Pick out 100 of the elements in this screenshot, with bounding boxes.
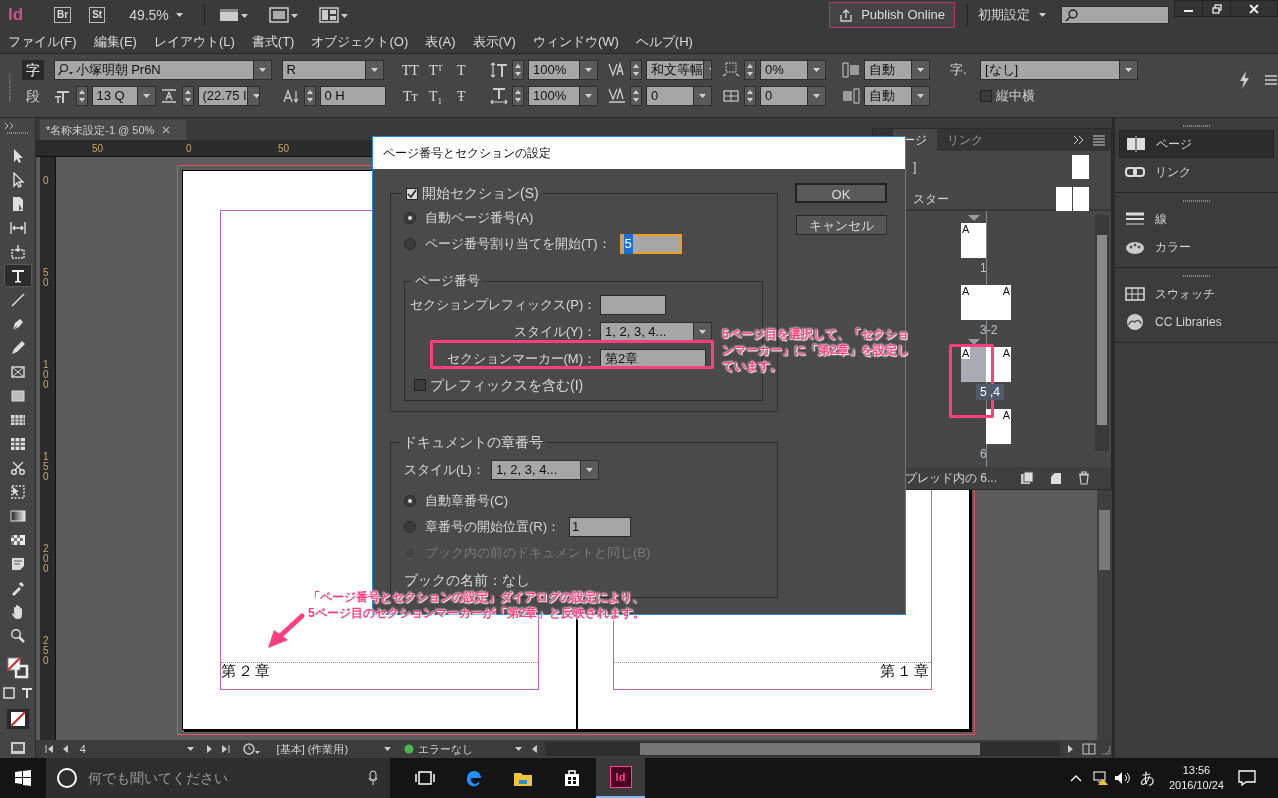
workspace-switcher[interactable]: 初期設定 [978, 5, 1047, 25]
space-before-dropdown[interactable]: 自動 [864, 60, 930, 80]
master-page-label[interactable]: スター [913, 190, 949, 208]
panel-tab[interactable]: スウォッチ [1119, 280, 1274, 308]
vertical-scrollbar[interactable] [1097, 490, 1112, 740]
horizontal-scale-field[interactable]: 100% [528, 86, 598, 106]
text-format-button[interactable]: Ŧ [452, 86, 470, 106]
search-field[interactable]: 何でも聞いてください [46, 758, 390, 798]
panel-tab[interactable]: カラー [1119, 233, 1274, 261]
text-field[interactable]: 第2章 [600, 348, 706, 369]
kerning-dropdown[interactable]: 和文等幅 [646, 60, 712, 80]
page-number-label[interactable]: 6 [976, 446, 991, 462]
stepper-icon[interactable] [512, 86, 524, 106]
tool-button[interactable] [3, 264, 32, 287]
text-format-button[interactable]: TT [401, 60, 419, 80]
menu-item[interactable]: 表示(V) [472, 31, 516, 52]
panel-grip-icon[interactable] [1181, 124, 1212, 128]
space-after-dropdown[interactable]: 自動 [864, 86, 930, 106]
menu-item[interactable]: 表(A) [425, 31, 456, 52]
checkbox[interactable] [980, 90, 992, 102]
text-field[interactable] [600, 294, 666, 315]
container-mode-icon[interactable] [2, 687, 15, 699]
menu-item[interactable]: ヘルプ(H) [635, 31, 693, 52]
tsume-field[interactable]: 0% [760, 60, 826, 80]
tracking-field[interactable]: 0 [646, 86, 712, 106]
first-page-icon[interactable] [44, 744, 54, 754]
clock-icon[interactable] [242, 743, 261, 755]
radio-button[interactable] [404, 521, 416, 533]
font-style-dropdown[interactable]: R [281, 60, 384, 80]
spread-thumbnail[interactable] [1056, 187, 1089, 211]
ok-button[interactable]: OK [795, 183, 887, 203]
search-field[interactable] [1061, 6, 1169, 24]
leading-field[interactable]: (22.75 I [197, 86, 260, 106]
page-thumbnail[interactable]: A [986, 347, 1011, 382]
page-thumbnail[interactable]: A [961, 347, 986, 382]
expand-icon[interactable] [1073, 135, 1085, 145]
page-thumbnail[interactable]: A [986, 285, 1011, 320]
panel-grip-icon[interactable] [1181, 274, 1212, 278]
page-thumbnail[interactable]: A [986, 409, 1011, 444]
baseline-shift-field[interactable]: 0 H [319, 86, 386, 106]
stepper-icon[interactable] [744, 60, 756, 80]
speaker-icon[interactable] [1113, 771, 1132, 785]
menu-icon[interactable] [1264, 74, 1278, 86]
menu-item[interactable]: ウィンドウ(W) [532, 31, 619, 52]
text-format-button[interactable]: Tᴛ [401, 86, 419, 106]
mode-tab[interactable]: 字 [21, 60, 44, 80]
ime-indicator[interactable]: あ [1139, 766, 1155, 790]
stepper-icon[interactable] [303, 86, 316, 106]
text-mode-icon[interactable] [20, 687, 33, 699]
menu-item[interactable]: レイアウト(L) [153, 31, 235, 52]
screen-mode-icon[interactable] [9, 741, 26, 755]
page-thumbnail[interactable]: A [961, 285, 986, 320]
panel-grip-icon[interactable] [1181, 199, 1212, 203]
text-field[interactable]: 1 [569, 517, 632, 537]
new-page-icon[interactable] [1049, 471, 1063, 485]
document-tab[interactable]: *名称未設定-1 @ 50% [40, 120, 186, 140]
panel-tab[interactable]: 線 [1119, 205, 1274, 233]
radio-button[interactable] [404, 495, 416, 507]
split-view-icon[interactable] [1082, 743, 1112, 755]
clock[interactable]: 13:56 2016/10/24 [1168, 763, 1224, 793]
text-format-button[interactable]: Tᵀ [427, 60, 445, 80]
panel-tab[interactable]: リンク [1119, 158, 1274, 186]
text-format-button[interactable]: T₁ [427, 86, 445, 106]
zoom-dropdown[interactable]: 49.5% [129, 4, 184, 26]
style-dropdown[interactable]: 1, 2, 3, 4... [490, 460, 599, 480]
menu-icon[interactable] [1091, 134, 1107, 146]
collapse-icon[interactable] [4, 122, 16, 130]
stock-button[interactable]: St [89, 7, 106, 23]
last-page-icon[interactable] [220, 744, 231, 754]
text-format-button[interactable]: T [452, 60, 470, 80]
preflight-status[interactable]: エラーなし [403, 740, 523, 758]
page-thumbnail[interactable]: A [961, 223, 986, 258]
radio-button[interactable] [404, 212, 416, 224]
taskbar-app-button[interactable]: Id [596, 758, 645, 798]
publish-online-button[interactable]: Publish Online [829, 2, 955, 28]
page-number-label[interactable]: 5 ,4 [976, 384, 1004, 400]
stepper-icon[interactable] [744, 86, 756, 106]
vertical-scrollbar[interactable] [1095, 215, 1109, 451]
stepper-icon[interactable] [512, 60, 524, 80]
menu-item[interactable]: ファイル(F) [8, 31, 77, 52]
font-size-field[interactable]: 13 Q [91, 86, 156, 106]
horizontal-scrollbar[interactable] [544, 742, 1061, 756]
style-dropdown[interactable]: 1, 2, 3, 4... [600, 321, 712, 342]
font-family-dropdown[interactable]: 小塚明朝 Pr6N [53, 60, 272, 80]
radio-button[interactable] [404, 238, 416, 250]
menu-item[interactable]: 書式(T) [251, 31, 295, 52]
screen-mode-icon[interactable] [268, 6, 299, 24]
none-swatch-icon[interactable] [5, 708, 30, 730]
checkbox[interactable] [414, 379, 426, 391]
close-icon[interactable] [162, 126, 171, 134]
preflight-profile-dropdown[interactable]: [基本] (作業用) [276, 740, 392, 758]
character-spacing-field[interactable]: 0 [760, 86, 826, 106]
trash-icon[interactable] [1077, 471, 1091, 485]
panel-tab[interactable]: リンク [937, 129, 993, 151]
page-thumbnail[interactable] [1072, 155, 1089, 179]
edit-page-size-icon[interactable] [1019, 471, 1035, 485]
view-options-icon[interactable] [218, 6, 249, 24]
bridge-button[interactable]: Br [54, 7, 72, 23]
network-warning-icon[interactable] [1091, 770, 1110, 786]
chevron-up-icon[interactable] [1069, 774, 1082, 782]
